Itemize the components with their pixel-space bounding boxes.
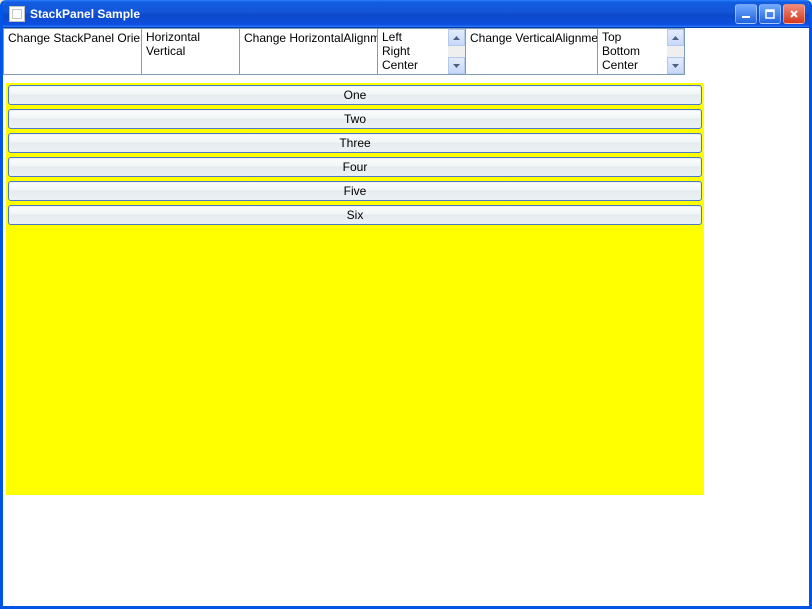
scrollbar[interactable]: [448, 29, 465, 74]
list-item[interactable]: Center: [380, 58, 446, 72]
window-buttons: [735, 4, 805, 24]
stack-button[interactable]: Two: [8, 109, 702, 129]
minimize-button[interactable]: [735, 4, 757, 24]
scroll-up-button[interactable]: [667, 29, 684, 46]
list-item[interactable]: Vertical: [144, 44, 220, 58]
list-item[interactable]: Horizontal: [144, 30, 220, 44]
valign-listbox[interactable]: Top Bottom Center: [597, 28, 685, 75]
scroll-down-button[interactable]: [448, 57, 465, 74]
list-item[interactable]: Bottom: [600, 44, 665, 58]
app-icon: [9, 6, 25, 22]
stackpanel-container: One Two Three Four Five Six: [3, 75, 809, 606]
list-item[interactable]: Left: [380, 30, 446, 44]
scrollbar[interactable]: [667, 29, 684, 74]
stack-button[interactable]: Three: [8, 133, 702, 153]
valign-label: Change VerticalAlignment:: [465, 28, 597, 75]
halign-label: Change HorizontalAlignment:: [239, 28, 377, 75]
list-item[interactable]: Right: [380, 44, 446, 58]
controls-row: Change StackPanel Orientation: Horizonta…: [3, 28, 809, 75]
maximize-button[interactable]: [759, 4, 781, 24]
client-area: Change StackPanel Orientation: Horizonta…: [3, 28, 809, 606]
window-title: StackPanel Sample: [30, 7, 140, 21]
stack-button[interactable]: Four: [8, 157, 702, 177]
window: StackPanel Sample Change StackPanel Orie…: [0, 0, 812, 609]
scroll-down-button[interactable]: [667, 57, 684, 74]
stack-button[interactable]: Six: [8, 205, 702, 225]
stack-button[interactable]: One: [8, 85, 702, 105]
scroll-up-button[interactable]: [448, 29, 465, 46]
stackpanel: One Two Three Four Five Six: [6, 83, 704, 495]
halign-listbox[interactable]: Left Right Center: [377, 28, 465, 75]
titlebar[interactable]: StackPanel Sample: [3, 0, 809, 28]
orientation-label: Change StackPanel Orientation:: [3, 28, 141, 75]
close-button[interactable]: [783, 4, 805, 24]
stack-button[interactable]: Five: [8, 181, 702, 201]
orientation-listbox[interactable]: Horizontal Vertical: [141, 28, 239, 75]
list-item[interactable]: Center: [600, 58, 665, 72]
list-item[interactable]: Top: [600, 30, 665, 44]
